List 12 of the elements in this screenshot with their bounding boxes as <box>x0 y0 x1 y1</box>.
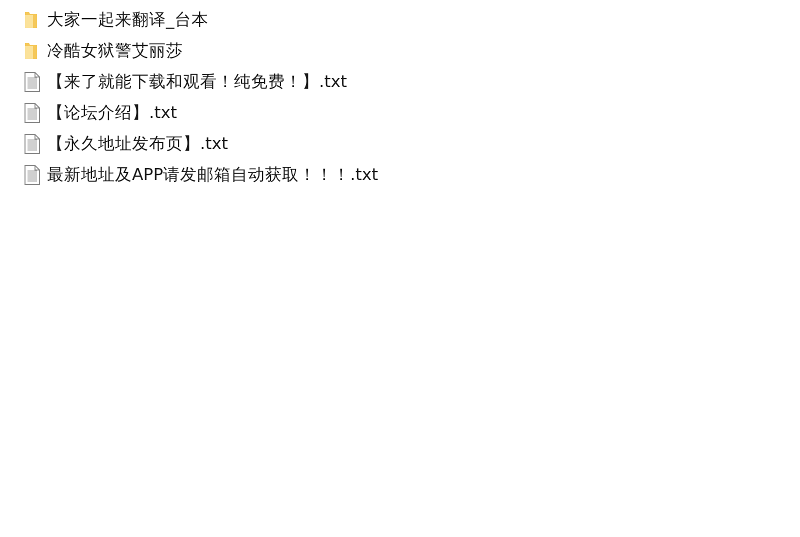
file-name[interactable]: 【论坛介绍】.txt <box>47 102 177 124</box>
file-name[interactable]: 最新地址及APP请发邮箱自动获取！！！.txt <box>47 164 378 186</box>
folder-icon <box>24 11 38 29</box>
document-icon <box>24 72 40 92</box>
file-name[interactable]: 【永久地址发布页】.txt <box>47 133 228 155</box>
folder-name[interactable]: 冷酷女狱警艾丽莎 <box>47 40 183 62</box>
document-icon <box>24 165 40 185</box>
folder-icon <box>24 42 38 60</box>
document-icon <box>24 134 40 154</box>
folder-name[interactable]: 大家一起来翻译_台本 <box>47 9 208 31</box>
file-name[interactable]: 【来了就能下载和观看！纯免费！】.txt <box>47 71 347 93</box>
document-icon <box>24 103 40 123</box>
